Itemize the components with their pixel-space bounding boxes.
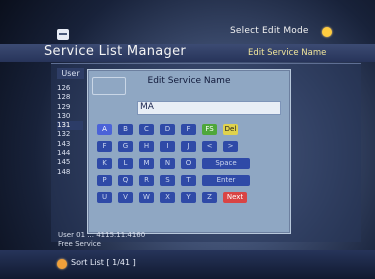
key-M[interactable]: M <box>139 158 154 169</box>
service-info-line1: User 01 ... 4115.11.4160 <box>58 231 146 239</box>
sort-list-text: Sort List <box>71 258 104 267</box>
sort-list-value: [ 1/41 ] <box>106 258 136 267</box>
key-A[interactable]: A <box>97 124 112 135</box>
key-B[interactable]: B <box>118 124 133 135</box>
yellow-button-icon <box>322 27 332 37</box>
key-F[interactable]: F <box>181 124 196 135</box>
service-number-list[interactable]: 126 128 129 130 131 132 143 144 145 148 <box>57 84 83 177</box>
red-button-icon <box>57 259 67 269</box>
list-item[interactable]: 132 <box>57 130 83 139</box>
key-L[interactable]: L <box>118 158 133 169</box>
key-R[interactable]: R <box>139 175 154 186</box>
key-left-arrow[interactable]: < <box>202 141 217 152</box>
key-F2[interactable]: F <box>97 141 112 152</box>
header-action-label: Edit Service Name <box>248 48 327 58</box>
list-item[interactable]: 129 <box>57 103 83 112</box>
list-item-selected[interactable]: 131 <box>57 121 83 131</box>
key-V[interactable]: V <box>118 192 133 203</box>
list-item[interactable]: 148 <box>57 168 83 177</box>
key-O[interactable]: O <box>181 158 196 169</box>
menu-icon <box>57 29 69 40</box>
key-next[interactable]: Next <box>223 192 247 203</box>
list-item[interactable]: 144 <box>57 149 83 158</box>
key-Y[interactable]: Y <box>181 192 196 203</box>
key-X[interactable]: X <box>160 192 175 203</box>
key-right-arrow[interactable]: > <box>223 141 238 152</box>
list-item[interactable]: 128 <box>57 93 83 102</box>
key-G[interactable]: G <box>118 141 133 152</box>
key-H[interactable]: H <box>139 141 154 152</box>
key-Z[interactable]: Z <box>202 192 217 203</box>
sort-list-label[interactable]: Sort List [ 1/41 ] <box>71 258 136 267</box>
list-item[interactable]: 126 <box>57 84 83 93</box>
page-title: Service List Manager <box>44 44 187 59</box>
service-info: User 01 ... 4115.11.4160 Free Service <box>58 231 338 249</box>
key-I[interactable]: I <box>160 141 175 152</box>
service-info-line2: Free Service <box>58 240 101 248</box>
key-C[interactable]: C <box>139 124 154 135</box>
key-enter[interactable]: Enter <box>202 175 250 186</box>
list-item[interactable]: 145 <box>57 158 83 167</box>
key-P[interactable]: P <box>97 175 112 186</box>
key-N[interactable]: N <box>160 158 175 169</box>
tv-screen: Select Edit Mode Service List Manager Ed… <box>0 0 375 279</box>
edit-mode-label: Select Edit Mode <box>230 26 309 36</box>
key-S[interactable]: S <box>160 175 175 186</box>
key-space[interactable]: Space <box>202 158 250 169</box>
key-delete[interactable]: Del <box>223 124 238 135</box>
list-item[interactable]: 130 <box>57 112 83 121</box>
key-W[interactable]: W <box>139 192 154 203</box>
service-name-input-text: MA <box>140 102 154 112</box>
key-Q[interactable]: Q <box>118 175 133 186</box>
key-D[interactable]: D <box>160 124 175 135</box>
service-name-input[interactable]: MA <box>137 101 281 115</box>
key-U[interactable]: U <box>97 192 112 203</box>
key-K[interactable]: K <box>97 158 112 169</box>
list-item[interactable]: 143 <box>57 140 83 149</box>
list-tag: User <box>57 68 84 79</box>
key-T[interactable]: T <box>181 175 196 186</box>
key-fs[interactable]: FS <box>202 124 217 135</box>
dialog-title: Edit Service Name <box>147 76 231 86</box>
edit-service-name-dialog: Edit Service Name MA A B C D F FS Del F … <box>87 69 291 234</box>
top-bar: Select Edit Mode <box>0 0 375 44</box>
key-J[interactable]: J <box>181 141 196 152</box>
